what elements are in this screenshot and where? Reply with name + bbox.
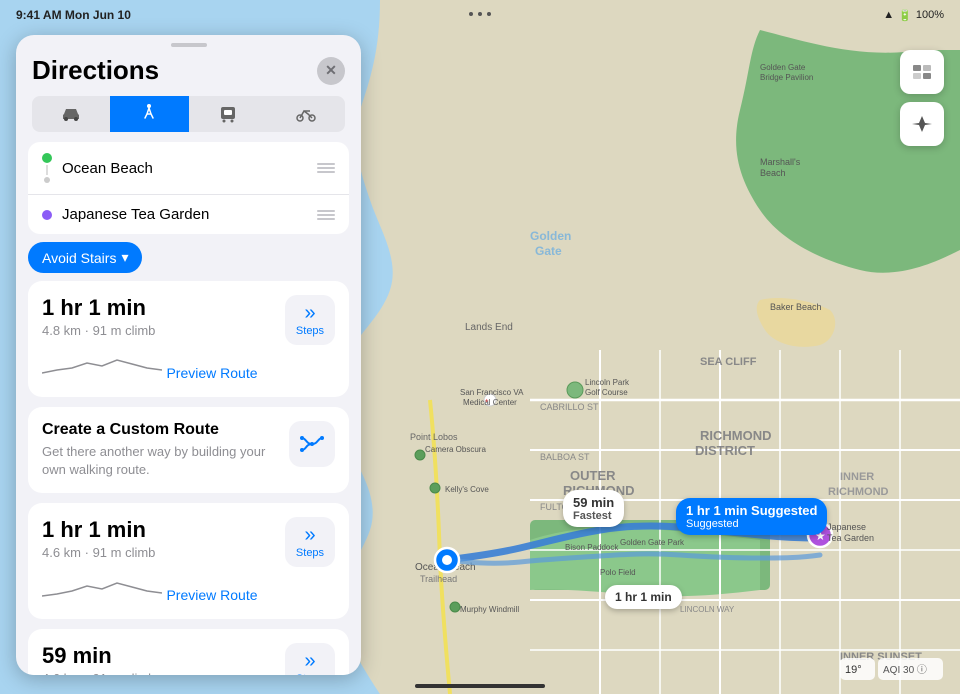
svg-text:INNER: INNER <box>840 471 874 483</box>
close-icon: ✕ <box>325 62 337 79</box>
svg-text:Bridge Pavilion: Bridge Pavilion <box>760 73 813 82</box>
fastest-route-label[interactable]: 59 min Fastest <box>563 490 624 527</box>
svg-text:Marshall's: Marshall's <box>760 157 801 167</box>
svg-text:San Francisco VA: San Francisco VA <box>460 388 524 397</box>
directions-panel: Directions ✕ <box>16 35 361 675</box>
wifi-icon: ▲ <box>883 9 894 21</box>
end-location-row[interactable]: Japanese Tea Garden <box>28 195 349 234</box>
svg-text:LINCOLN WAY: LINCOLN WAY <box>680 605 735 614</box>
status-icons: ▲ 🔋 100% <box>883 9 944 22</box>
map-controls <box>900 50 944 146</box>
svg-text:RICHMOND: RICHMOND <box>828 486 889 498</box>
svg-text:Kelly's Cove: Kelly's Cove <box>445 485 489 494</box>
start-drag-handle <box>317 163 335 173</box>
top-dots <box>469 12 491 16</box>
svg-text:Golden: Golden <box>530 229 571 243</box>
map-type-button[interactable] <box>900 50 944 94</box>
svg-text:Baker Beach: Baker Beach <box>770 302 822 312</box>
svg-text:Tea Garden: Tea Garden <box>827 533 874 543</box>
svg-text:Golden Gate: Golden Gate <box>760 63 806 72</box>
custom-route-icon <box>289 421 335 467</box>
svg-text:Trailhead: Trailhead <box>420 574 457 584</box>
end-location-text: Japanese Tea Garden <box>62 206 307 223</box>
transport-mode-selector <box>16 86 361 142</box>
end-drag-handle <box>317 210 335 220</box>
avoid-stairs-chevron: ▾ <box>121 249 128 266</box>
steps-arrows-2-icon: » <box>304 525 315 545</box>
route-2-steps-label: Steps <box>296 547 324 559</box>
svg-text:CABRILLO ST: CABRILLO ST <box>540 402 599 412</box>
svg-text:OUTER: OUTER <box>570 468 616 483</box>
start-location-text: Ocean Beach <box>62 160 307 177</box>
svg-text:Medical Center: Medical Center <box>463 398 517 407</box>
route-1-preview-link[interactable]: Preview Route <box>166 365 257 381</box>
panel-title: Directions <box>32 55 159 86</box>
route-1-steps-label: Steps <box>296 325 324 337</box>
svg-text:Point Lobos: Point Lobos <box>410 432 458 442</box>
svg-text:Golden Gate Park: Golden Gate Park <box>620 538 685 547</box>
fastest-route-tag: Fastest <box>573 510 614 522</box>
svg-text:Gate: Gate <box>535 244 562 258</box>
svg-text:Beach: Beach <box>760 168 786 178</box>
end-dot <box>42 210 52 220</box>
route-card-2: » Steps 1 hr 1 min 4.6 km · 91 m climb P… <box>28 503 349 619</box>
svg-text:Polo Field: Polo Field <box>600 568 636 577</box>
svg-text:Lincoln Park: Lincoln Park <box>585 378 630 387</box>
route-1-steps-button[interactable]: » Steps <box>285 295 335 345</box>
custom-route-desc: Get there another way by building your o… <box>42 443 277 479</box>
custom-route-text: Create a Custom Route Get there another … <box>42 421 277 479</box>
custom-route-card[interactable]: Create a Custom Route Get there another … <box>28 407 349 493</box>
routes-scroll-area[interactable]: » Steps 1 hr 1 min 4.8 km · 91 m climb P… <box>16 281 361 675</box>
svg-text:Golf Course: Golf Course <box>585 388 628 397</box>
svg-text:AQI 30 ⓘ: AQI 30 ⓘ <box>883 664 927 676</box>
route-3-steps-label: Steps <box>296 673 324 675</box>
home-indicator <box>415 684 545 688</box>
avoid-stairs-label: Avoid Stairs <box>42 250 116 266</box>
car-mode-button[interactable] <box>32 96 110 132</box>
steps-arrows-3-icon: » <box>304 651 315 671</box>
walk-mode-button[interactable] <box>110 96 188 132</box>
route-2-preview-link[interactable]: Preview Route <box>166 587 257 603</box>
battery-level: 100% <box>916 9 944 21</box>
bike-mode-button[interactable] <box>267 96 345 132</box>
svg-text:Japanese: Japanese <box>827 522 866 532</box>
svg-text:Lands End: Lands End <box>465 322 513 333</box>
status-time: 9:41 AM Mon Jun 10 <box>16 8 131 22</box>
svg-text:SEA CLIFF: SEA CLIFF <box>700 356 757 368</box>
route-card-3: » Steps 59 min 4.6 km · 91 m climb <box>28 629 349 675</box>
svg-text:Bison Paddock: Bison Paddock <box>565 543 619 552</box>
location-fields: Ocean Beach Japanese Tea Garden <box>28 142 349 234</box>
route-1-elevation <box>42 348 162 378</box>
start-location-row[interactable]: Ocean Beach <box>28 142 349 195</box>
svg-text:Camera Obscura: Camera Obscura <box>425 445 486 454</box>
route-card-1: » Steps 1 hr 1 min 4.8 km · 91 m climb P… <box>28 281 349 397</box>
steps-arrows-icon: » <box>304 303 315 323</box>
svg-text:BALBOA ST: BALBOA ST <box>540 452 590 462</box>
route-3-steps-button[interactable]: » Steps <box>285 643 335 675</box>
svg-text:DISTRICT: DISTRICT <box>695 443 755 458</box>
avoid-stairs-button[interactable]: Avoid Stairs ▾ <box>28 242 142 273</box>
route-2-elevation <box>42 570 162 600</box>
start-dot <box>42 153 52 163</box>
suggested-route-label[interactable]: 1 hr 1 min Suggested Suggested <box>676 498 827 535</box>
panel-header: Directions ✕ <box>16 47 361 86</box>
svg-text:RICHMOND: RICHMOND <box>700 428 772 443</box>
suggested-route-tag: Suggested <box>686 518 817 530</box>
filter-row: Avoid Stairs ▾ <box>16 234 361 281</box>
transit-mode-button[interactable] <box>189 96 267 132</box>
location-button[interactable] <box>900 102 944 146</box>
close-button[interactable]: ✕ <box>317 57 345 85</box>
bottom-route-label[interactable]: 1 hr 1 min <box>605 585 682 609</box>
svg-text:19°: 19° <box>845 664 862 676</box>
svg-text:Murphy Windmill: Murphy Windmill <box>460 605 519 614</box>
battery-icon: 🔋 <box>898 9 912 22</box>
suggested-route-time: 1 hr 1 min Suggested <box>686 503 817 518</box>
bottom-route-time: 1 hr 1 min <box>615 590 672 604</box>
custom-route-title: Create a Custom Route <box>42 421 277 439</box>
fastest-route-time: 59 min <box>573 495 614 510</box>
route-2-steps-button[interactable]: » Steps <box>285 517 335 567</box>
